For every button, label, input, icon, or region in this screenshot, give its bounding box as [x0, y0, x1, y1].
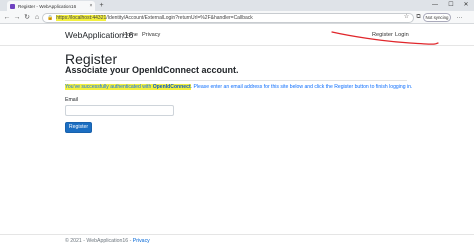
refresh-icon[interactable]: ↻ [22, 12, 32, 23]
footer-text: © 2021 - WebApplication16 - [65, 238, 133, 244]
lock-icon: 🔒 [47, 14, 54, 21]
back-arrow-icon[interactable]: ← [2, 12, 12, 23]
window-close-button[interactable]: ✕ [459, 0, 473, 11]
address-bar[interactable]: 🔒 https://localhost:44321/Identity/Accou… [42, 12, 414, 23]
divider [65, 80, 407, 81]
collections-icon[interactable]: ⧉ [414, 13, 423, 22]
browser-toolbar: ← → ↻ ⌂ 🔒 https://localhost:44321/Identi… [0, 11, 474, 24]
register-button[interactable]: Register [65, 122, 92, 133]
email-label: Email [65, 97, 78, 103]
info-prefix: You've successfully authenticated with [65, 84, 153, 90]
new-tab-button[interactable]: + [97, 1, 106, 10]
info-provider: OpenIdConnect [152, 84, 191, 90]
email-field[interactable] [65, 105, 174, 116]
address-url: https://localhost:44321/Identity/Account… [56, 14, 253, 21]
info-suffix: . Please enter an email address for this… [190, 84, 413, 90]
forward-arrow-icon[interactable]: → [12, 12, 22, 23]
nav-link-register[interactable]: Register [372, 32, 393, 38]
tab-title: Register - WebApplication16 [18, 3, 77, 9]
browser-tab[interactable]: Register - WebApplication16 × [7, 1, 95, 11]
tab-close-icon[interactable]: × [87, 3, 95, 9]
favorites-star-icon[interactable]: ☆ [402, 13, 411, 22]
site-favicon-icon [10, 3, 15, 9]
footer: © 2021 - WebApplication16 - Privacy [65, 238, 150, 244]
browser-tab-strip: Register - WebApplication16 × + — ☐ ✕ [0, 0, 474, 11]
footer-divider [0, 234, 474, 235]
page-subtitle: Associate your OpenIdConnect account. [65, 65, 239, 75]
sync-status-button[interactable]: Not syncing [423, 13, 451, 22]
nav-link-privacy[interactable]: Privacy [142, 32, 160, 38]
url-host-highlighted: https://localhost:44321 [56, 14, 107, 21]
maximize-button[interactable]: ☐ [444, 0, 458, 11]
nav-link-home[interactable]: Home [123, 32, 138, 38]
home-icon[interactable]: ⌂ [32, 12, 42, 23]
url-path: /Identity/Account/ExternalLogin?returnUr… [106, 14, 253, 21]
footer-privacy-link[interactable]: Privacy [133, 238, 150, 244]
nav-link-login[interactable]: Login [395, 32, 409, 38]
info-message: You've successfully authenticated with O… [65, 84, 412, 90]
more-menu-icon[interactable]: … [455, 13, 464, 22]
site-navbar: WebApplication16 Home Privacy Register L… [0, 24, 474, 46]
minimize-button[interactable]: — [428, 0, 442, 11]
